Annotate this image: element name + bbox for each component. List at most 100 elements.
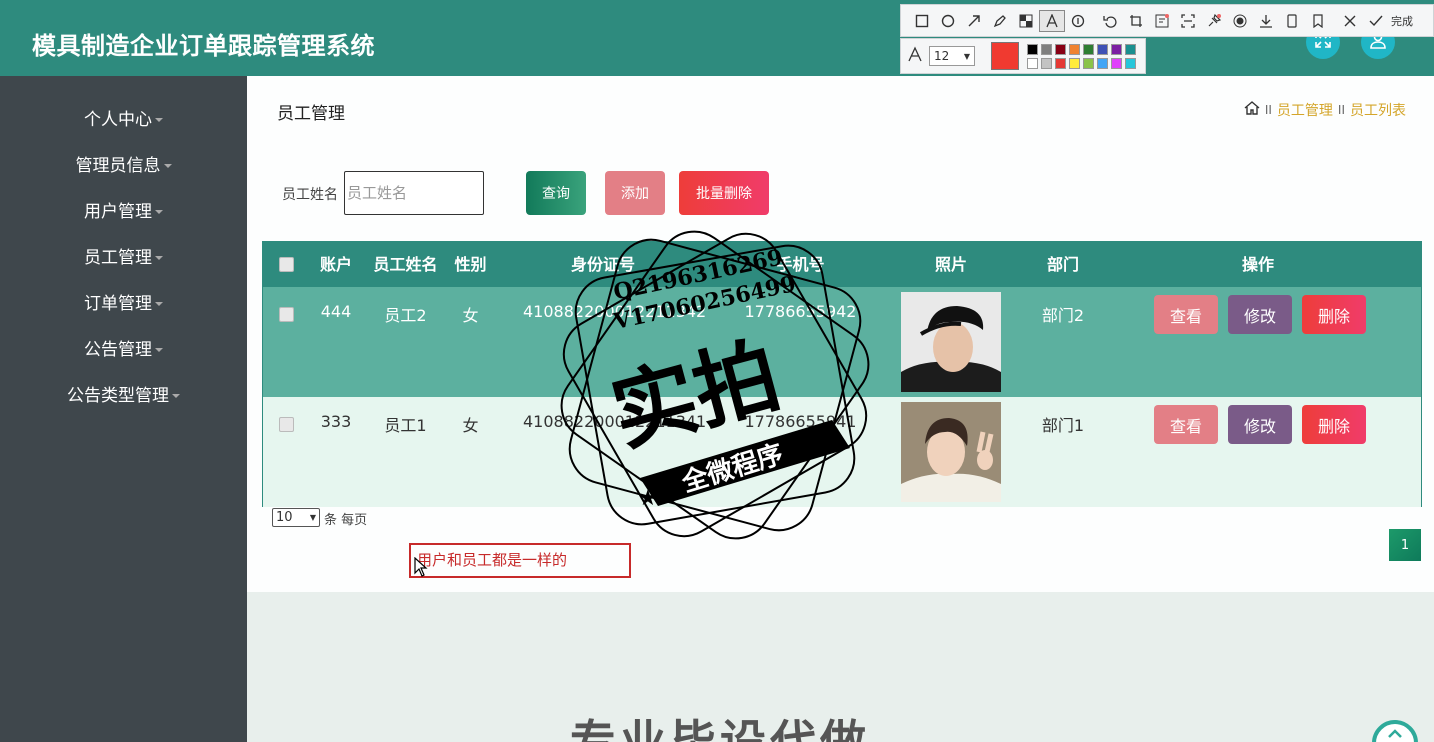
color-swatch[interactable] [1097, 43, 1108, 55]
color-swatch[interactable] [1055, 43, 1066, 55]
sidebar-item-label: 员工管理 [84, 248, 152, 268]
number-marker-icon[interactable] [1065, 10, 1091, 32]
view-button[interactable]: 查看 [1154, 405, 1218, 444]
pin-icon[interactable] [1201, 10, 1227, 32]
sidebar-item-users[interactable]: 用户管理 [0, 197, 247, 227]
back-to-top-button[interactable] [1372, 720, 1418, 742]
col-dept: 部门 [1046, 255, 1079, 274]
ellipse-icon[interactable] [935, 10, 961, 32]
row-checkbox[interactable] [279, 417, 294, 432]
bookmark-icon[interactable] [1305, 10, 1331, 32]
annotation-textbox[interactable]: 用户和员工都是一样的 [409, 543, 631, 578]
color-swatch[interactable] [1083, 43, 1094, 55]
snip-style-row: 12 ▼ [900, 38, 1146, 74]
employee-name-input[interactable] [344, 171, 484, 215]
color-swatch[interactable] [1041, 43, 1052, 55]
cell-dept: 部门2 [1041, 306, 1085, 325]
scan-icon[interactable] [1175, 10, 1201, 32]
close-icon[interactable] [1337, 10, 1363, 32]
color-swatch[interactable] [1111, 43, 1122, 55]
caret-down-icon [155, 210, 163, 214]
employee-photo [901, 402, 1001, 502]
col-phone: 手机号 [776, 255, 825, 274]
cell-id-card: 410882200012211342 [523, 302, 707, 321]
color-swatch[interactable] [1083, 57, 1094, 69]
delete-button[interactable]: 删除 [1302, 295, 1366, 334]
color-swatch[interactable] [1069, 43, 1080, 55]
col-actions: 操作 [1241, 255, 1274, 274]
color-swatch[interactable] [1125, 43, 1136, 55]
color-swatch[interactable] [1055, 57, 1066, 69]
sidebar-item-notice-types[interactable]: 公告类型管理 [0, 381, 247, 411]
ocr-icon[interactable] [1149, 10, 1175, 32]
select-all-checkbox[interactable] [279, 257, 294, 272]
font-size-select[interactable]: 12 ▼ [929, 46, 975, 66]
color-swatch[interactable] [1097, 57, 1108, 69]
download-icon[interactable] [1253, 10, 1279, 32]
arrow-icon[interactable] [961, 10, 987, 32]
sidebar-item-label: 公告管理 [84, 340, 152, 360]
edit-button[interactable]: 修改 [1228, 405, 1292, 444]
mouse-cursor-icon [414, 556, 428, 581]
page-number-button[interactable]: 1 [1389, 529, 1421, 561]
done-button[interactable]: 完成 [1391, 13, 1413, 29]
sidebar: 个人中心 管理员信息 用户管理 员工管理 订单管理 公告管理 公告类型管理 [0, 76, 247, 742]
cell-name: 员工2 [384, 306, 427, 325]
chevron-down-icon: ▼ [963, 51, 970, 61]
undo-icon[interactable] [1097, 10, 1123, 32]
mosaic-icon[interactable] [1013, 10, 1039, 32]
search-label: 员工姓名 [282, 187, 338, 203]
breadcrumb-employee-management[interactable]: 员工管理 [1277, 100, 1333, 120]
color-swatch[interactable] [1027, 43, 1038, 55]
color-swatch[interactable] [1069, 57, 1080, 69]
pen-icon[interactable] [987, 10, 1013, 32]
crop-icon[interactable] [1123, 10, 1149, 32]
color-swatch[interactable] [1125, 57, 1136, 69]
breadcrumb-separator: II [1337, 103, 1345, 117]
sidebar-item-label: 订单管理 [84, 294, 152, 314]
color-swatch[interactable] [1111, 57, 1122, 69]
check-icon[interactable] [1363, 10, 1389, 32]
add-button[interactable]: 添加 [605, 171, 665, 215]
caret-down-icon [155, 256, 163, 260]
text-tool-icon[interactable] [1039, 9, 1065, 32]
sidebar-item-orders[interactable]: 订单管理 [0, 289, 247, 319]
row-checkbox[interactable] [279, 307, 294, 322]
breadcrumb: II 员工管理 II 员工列表 [1244, 100, 1406, 120]
snip-tool-row: 完成 [900, 4, 1434, 37]
screenshot-toolbar: 完成 12 ▼ [900, 4, 1434, 74]
delete-button[interactable]: 删除 [1302, 405, 1366, 444]
color-swatch[interactable] [1027, 57, 1038, 69]
table-row: 333 员工1 女 410882200012211341 17786655941… [263, 397, 1421, 507]
sidebar-item-label: 管理员信息 [75, 156, 161, 176]
current-color-swatch[interactable] [991, 42, 1019, 70]
cell-id-card: 410882200012211341 [523, 412, 707, 431]
page-size-select[interactable]: 10 ▼ [272, 508, 320, 527]
cell-account: 444 [320, 302, 352, 321]
sidebar-item-profile[interactable]: 个人中心 [0, 105, 247, 135]
record-icon[interactable] [1227, 10, 1253, 32]
sidebar-item-admin[interactable]: 管理员信息 [0, 151, 247, 181]
sidebar-item-employees[interactable]: 员工管理 [0, 243, 247, 273]
query-button[interactable]: 查询 [526, 171, 586, 215]
caret-down-icon [172, 394, 180, 398]
batch-delete-button[interactable]: 批量删除 [679, 171, 769, 215]
app-title: 模具制造企业订单跟踪管理系统 [32, 32, 375, 60]
color-swatch[interactable] [1041, 57, 1052, 69]
color-palette [1027, 43, 1136, 69]
col-account: 账户 [319, 255, 352, 274]
cell-dept: 部门1 [1041, 416, 1085, 435]
sidebar-item-label: 用户管理 [84, 202, 152, 222]
cell-gender: 女 [462, 306, 479, 325]
home-icon[interactable] [1244, 100, 1260, 120]
font-icon [907, 46, 923, 66]
col-id-card: 身份证号 [570, 255, 635, 274]
view-button[interactable]: 查看 [1154, 295, 1218, 334]
breadcrumb-employee-list[interactable]: 员工列表 [1350, 100, 1406, 120]
sidebar-item-notices[interactable]: 公告管理 [0, 335, 247, 365]
edit-button[interactable]: 修改 [1228, 295, 1292, 334]
phone-icon[interactable] [1279, 10, 1305, 32]
banner-text: 专业毕设代做 [570, 715, 870, 742]
cell-name: 员工1 [384, 416, 427, 435]
rectangle-icon[interactable] [909, 10, 935, 32]
